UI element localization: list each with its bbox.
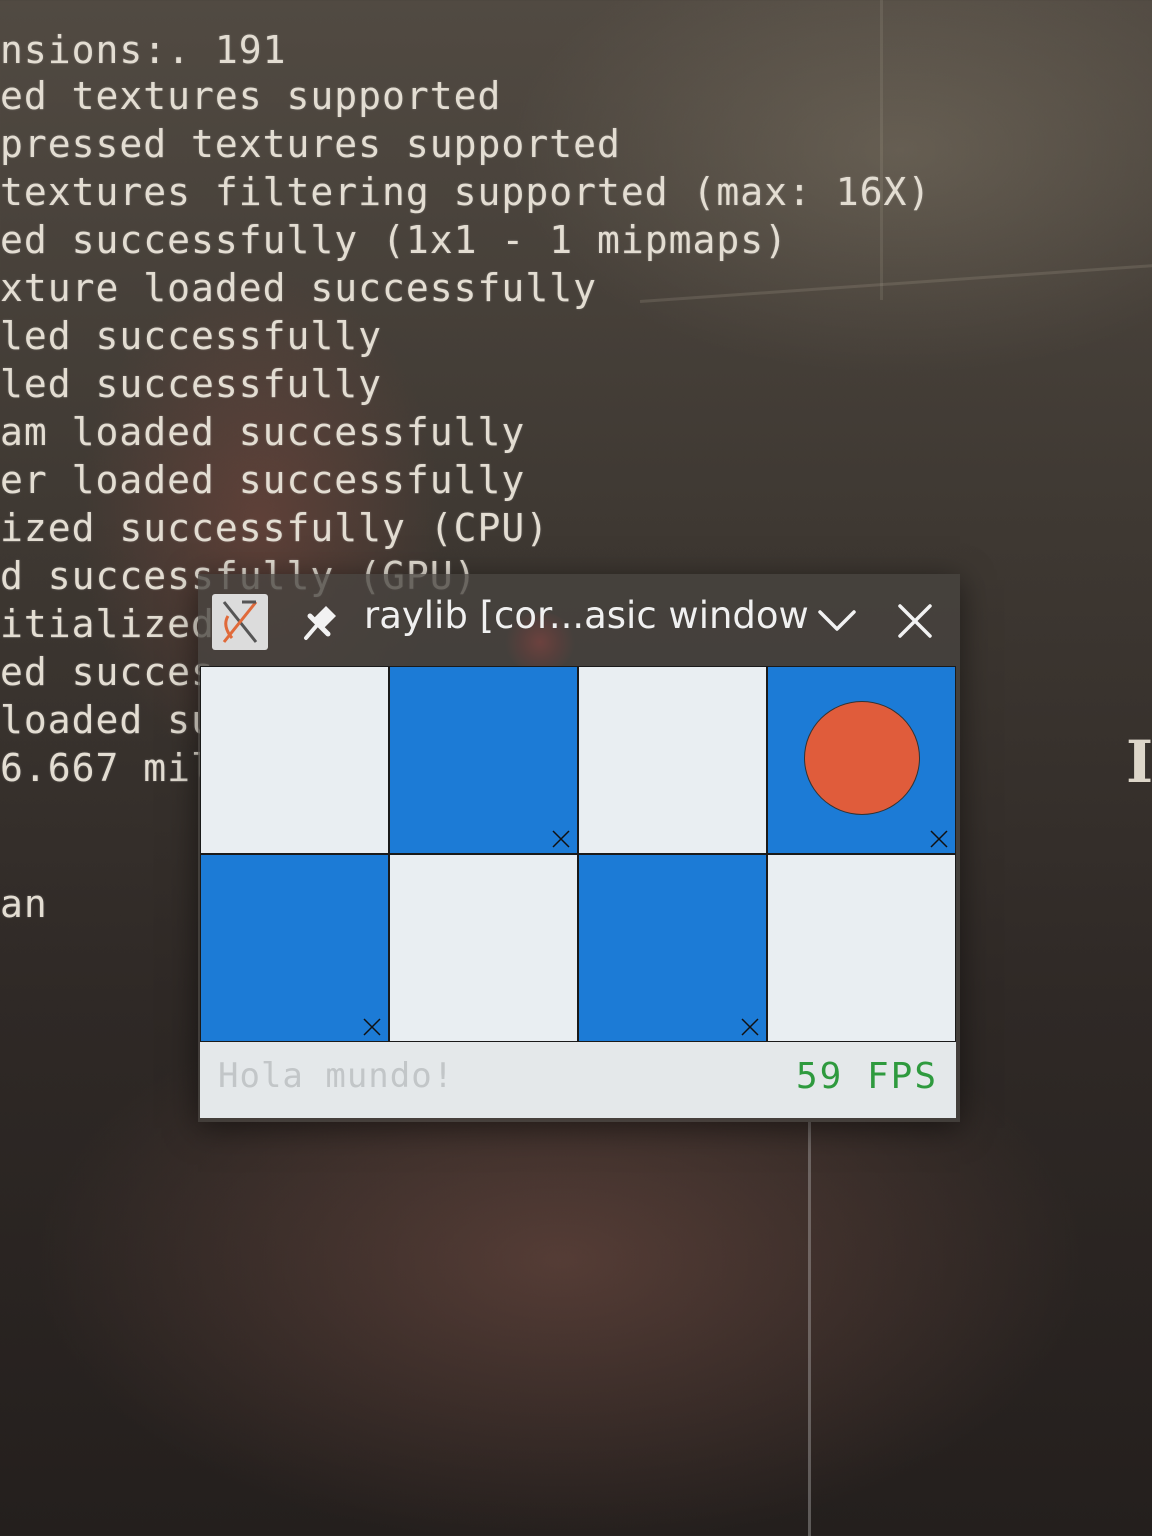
window-canvas[interactable]: Hola mundo! 59 FPS — [200, 666, 956, 1118]
grid-cell[interactable] — [389, 666, 578, 854]
terminal-line: nsions:. 191 — [0, 28, 287, 72]
close-icon[interactable] — [890, 596, 940, 646]
cross-marker-icon — [930, 830, 948, 848]
grid-cell[interactable] — [578, 666, 767, 854]
terminal-line: xture loaded successfully — [0, 266, 597, 310]
terminal-line: ed succes — [0, 650, 215, 694]
status-bar: Hola mundo! 59 FPS — [200, 1042, 956, 1118]
terminal-line: ed successfully (1x1 - 1 mipmaps) — [0, 218, 788, 262]
chevron-down-icon[interactable] — [812, 596, 862, 646]
window-titlebar[interactable]: raylib [cor...asic window — [198, 574, 960, 666]
terminal-line: ed textures supported — [0, 74, 502, 118]
cross-marker-icon — [741, 1018, 759, 1036]
pin-icon[interactable] — [296, 596, 346, 646]
terminal-line: an — [0, 882, 48, 926]
terminal-line: led successfully — [0, 362, 383, 406]
terminal-line: 6.667 mil — [0, 746, 215, 790]
terminal-line: textures filtering supported (max: 16X) — [0, 170, 932, 214]
grid-cell[interactable] — [578, 854, 767, 1042]
cross-marker-icon — [552, 830, 570, 848]
reflection-line — [808, 1122, 811, 1536]
terminal-line: pressed textures supported — [0, 122, 621, 166]
text-cursor-icon: I — [1126, 728, 1152, 796]
tile-grid — [200, 666, 956, 1042]
red-ball — [804, 701, 920, 815]
terminal-line: loaded su — [0, 698, 215, 742]
grid-cell[interactable] — [200, 666, 389, 854]
terminal-line: led successfully — [0, 314, 383, 358]
status-message: Hola mundo! — [218, 1056, 455, 1096]
terminal-line: itialized — [0, 602, 215, 646]
x-app-icon[interactable] — [212, 594, 268, 650]
terminal-line: er loaded successfully — [0, 458, 526, 502]
grid-cell[interactable] — [389, 854, 578, 1042]
terminal-line: am loaded successfully — [0, 410, 526, 454]
window-title: raylib [cor...asic window — [364, 594, 809, 637]
raylib-window[interactable]: raylib [cor...asic window Hola mundo! 59… — [198, 574, 960, 1122]
grid-cell[interactable] — [767, 854, 956, 1042]
grid-cell[interactable] — [200, 854, 389, 1042]
terminal-line: ized successfully (CPU) — [0, 506, 550, 550]
fps-counter: 59 FPS — [795, 1056, 938, 1097]
cross-marker-icon — [363, 1018, 381, 1036]
grid-cell[interactable] — [767, 666, 956, 854]
